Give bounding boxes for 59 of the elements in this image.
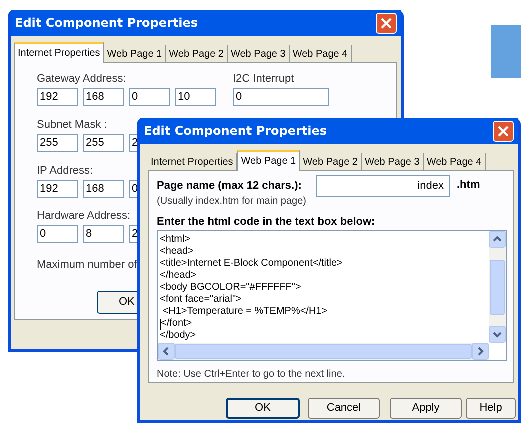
address-field[interactable]: 192 [37, 88, 78, 106]
tab[interactable]: Web Page 4 [290, 45, 352, 63]
window-title: Edit Component Properties [144, 123, 328, 140]
ok-button[interactable]: OK [226, 398, 300, 419]
address-field[interactable]: 255 [83, 134, 124, 152]
scroll-right-icon[interactable] [472, 343, 489, 360]
field-label: IP Address: [37, 165, 94, 178]
tab[interactable]: Web Page 3 [362, 153, 424, 171]
close-button[interactable] [493, 120, 514, 142]
window-title: Edit Component Properties [15, 15, 198, 32]
field-label: I2C Interrupt [233, 73, 294, 86]
address-field[interactable]: 10 [175, 88, 216, 106]
address-field[interactable]: 168 [83, 88, 124, 106]
code-line: <head> [160, 246, 194, 258]
page-name-hint: (Usually index.htm for main page) [157, 195, 307, 209]
close-button[interactable] [376, 12, 397, 34]
code-line: </head> [160, 270, 197, 282]
scroll-left-icon[interactable] [158, 343, 175, 360]
code-line: </body> [160, 330, 196, 342]
help-button[interactable]: Help [466, 398, 516, 419]
code-editor[interactable]: <html> <head> <title>Internet E-Block Component</title> </head> <body BGCOLOR="#FFFFFF"> <font face="arial"> <H1>Temperature = %TEMP%</H1> </font> </body> [157, 230, 507, 361]
cancel-button[interactable]: Cancel [308, 398, 380, 419]
tab[interactable]: Web Page 2 [300, 153, 362, 171]
horizontal-scrollbar[interactable] [158, 343, 489, 360]
hint-text: Note: Use Ctrl+Enter to go to the next line. [157, 368, 346, 382]
tab[interactable]: Internet Properties [14, 42, 104, 63]
file-extension-label: .htm [457, 178, 480, 193]
close-icon [381, 18, 392, 28]
tab[interactable]: Web Page 1 [237, 150, 300, 171]
field-label: Gateway Address: [37, 73, 126, 86]
code-line: <title>Internet E-Block Component</title> [160, 258, 343, 270]
page-name-field[interactable]: index [316, 175, 450, 197]
field-label: Subnet Mask : [37, 119, 108, 132]
address-field[interactable]: 0 [37, 225, 78, 243]
code-line: </font> [161, 318, 192, 330]
code-line: <html> [160, 234, 191, 246]
tab[interactable]: Web Page 4 [424, 153, 486, 171]
code-line: <body BGCOLOR="#FFFFFF"> [160, 282, 302, 294]
close-icon [498, 126, 509, 136]
tab[interactable]: Web Page 3 [228, 45, 290, 63]
scroll-up-icon[interactable] [489, 231, 506, 248]
scroll-thumb[interactable] [490, 260, 505, 314]
vertical-scrollbar[interactable] [489, 231, 506, 343]
address-field[interactable]: 255 [37, 134, 78, 152]
address-field[interactable]: 192 [37, 180, 78, 198]
scroll-down-icon[interactable] [489, 326, 506, 343]
address-field[interactable]: 168 [83, 180, 124, 198]
tab[interactable]: Web Page 2 [166, 45, 228, 63]
address-field[interactable]: 8 [83, 225, 124, 243]
interrupt-field[interactable]: 0 [233, 88, 329, 106]
scroll-thumb[interactable] [175, 344, 472, 359]
tab[interactable]: Web Page 1 [104, 45, 166, 63]
page-name-label: Page name (max 12 chars.): [157, 179, 302, 194]
code-label: Enter the html code in the text box below: [157, 215, 376, 230]
max-connections-label: Maximum number of [37, 259, 138, 272]
field-label: Hardware Address: [37, 210, 131, 223]
address-field[interactable]: 0 [129, 88, 170, 106]
step-badge [491, 25, 521, 78]
apply-button[interactable]: Apply [390, 398, 462, 419]
